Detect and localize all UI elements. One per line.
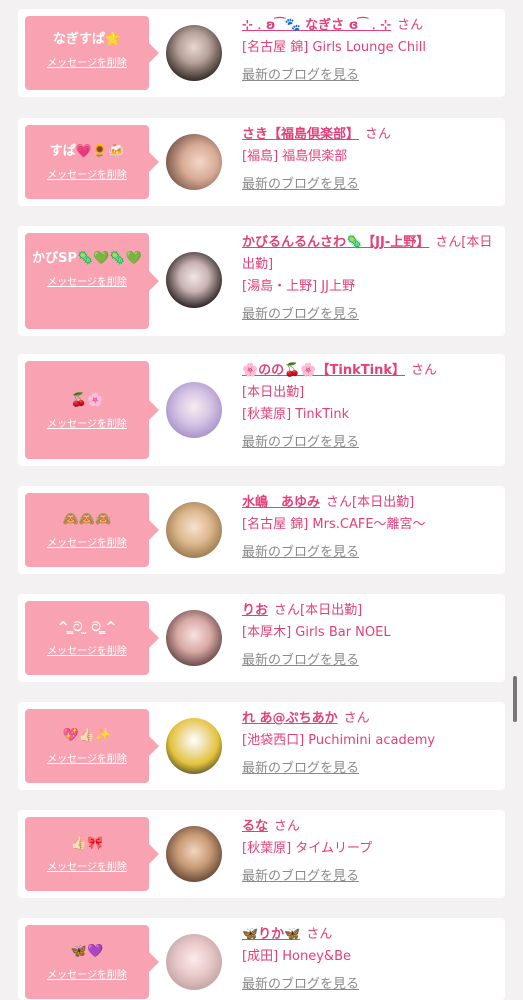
message-bubble: ^ ̳ට ̫ ට ̳^ メッセージを削除 [25,601,159,675]
list-item: なぎすぱ🌟 メッセージを削除 ⊹﹒ʚ ͡ 🐾 なぎさ ɞ ͡ ﹒⊹ さん [名古屋… [18,9,505,97]
avatar[interactable] [166,252,222,308]
shop-text: [本厚木] Girls Bar NOEL [242,625,391,640]
latest-blog-link[interactable]: 最新のブログを見る [242,977,359,992]
cast-info: 🦋りか🦋 さん [成田] Honey&Be 最新のブログを見る [242,924,495,996]
cast-name-link[interactable]: ⊹﹒ʚ ͡ 🐾 なぎさ ɞ ͡ ﹒⊹ [242,18,391,33]
list-item: かびSP🦠💚🦠💚 メッセージを削除 かびるんるんさわ🦠【JJ-上野】 さん[本日出… [18,226,505,336]
cast-name-link[interactable]: れ あ@ぷちあか [242,711,338,726]
cast-info: かびるんるんさわ🦠【JJ-上野】 さん[本日出勤] [湯島・上野] JJ上野 最新… [242,232,495,326]
list-item: 💖👍🏻✨ メッセージを削除 れ あ@ぷちあか さん [池袋西口] Puchimin… [18,702,505,790]
message-bubble: なぎすぱ🌟 メッセージを削除 [25,16,159,90]
message-bubble: 🙈🙈🙈 メッセージを削除 [25,493,159,567]
nickname: 🙈🙈🙈 [62,512,112,527]
cast-info: さき【福島倶楽部】 さん [福島] 福島倶楽部 最新のブログを見る [242,124,495,196]
cast-name-link[interactable]: りお [242,603,268,618]
avatar[interactable] [166,718,222,774]
delete-message-link[interactable]: メッセージを削除 [25,642,149,657]
latest-blog-link[interactable]: 最新のブログを見る [242,177,359,192]
shop-text: [秋葉原] TinkTink [242,407,350,422]
delete-message-link[interactable]: メッセージを削除 [25,966,149,981]
cast-info: るな さん [秋葉原] タイムリープ 最新のブログを見る [242,816,495,888]
shop-text: [名古屋 錦] Mrs.CAFE〜離宮〜 [242,517,426,532]
cast-info: りお さん[本日出勤] [本厚木] Girls Bar NOEL 最新のブログを見… [242,600,495,672]
nickname: かびSP🦠💚🦠💚 [32,251,142,266]
cast-info: 水嶋 あゆみ さん[本日出勤] [名古屋 錦] Mrs.CAFE〜離宮〜 最新のブ… [242,492,495,564]
avatar[interactable] [166,934,222,990]
nickname: ^ ̳ට ̫ ට ̳^ [57,620,117,635]
honorific: さん [306,927,333,942]
delete-message-link[interactable]: メッセージを削除 [25,750,149,765]
nickname: 💖👍🏻✨ [62,728,112,743]
honorific: さん [435,235,462,250]
honorific: さん [274,603,301,618]
shop-text: [名古屋 錦] Girls Lounge Chill [242,40,426,55]
latest-blog-link[interactable]: 最新のブログを見る [242,869,359,884]
shop-text: [池袋西口] Puchimini academy [242,733,436,748]
status-text: [本日出勤] [300,603,363,618]
delete-message-link[interactable]: メッセージを削除 [25,534,149,549]
honorific: さん [397,18,424,33]
cast-name-link[interactable]: かびるんるんさわ🦠【JJ-上野】 [242,235,429,250]
delete-message-link[interactable]: メッセージを削除 [25,858,149,873]
list-item: 🍒🌸 メッセージを削除 🌸のの🍒🌸【TinkTink】 さん [本日出勤] [秋葉… [18,354,505,466]
avatar[interactable] [166,25,222,81]
list-item: 🙈🙈🙈 メッセージを削除 水嶋 あゆみ さん[本日出勤] [名古屋 錦] Mrs.… [18,486,505,574]
cast-name-link[interactable]: 🌸のの🍒🌸【TinkTink】 [242,363,405,378]
list-item: 👍🏻🎀 メッセージを削除 るな さん [秋葉原] タイムリープ 最新のブログを見る [18,810,505,898]
message-bubble: 🍒🌸 メッセージを削除 [25,361,159,459]
cast-info: れ あ@ぷちあか さん [池袋西口] Puchimini academy 最新のブ… [242,708,495,780]
message-bubble: 👍🏻🎀 メッセージを削除 [25,817,159,891]
delete-message-link[interactable]: メッセージを削除 [25,54,149,69]
nickname: すぱ💗🌻🍻 [49,144,125,159]
scrollbar[interactable] [513,676,517,722]
cast-name-link[interactable]: るな [242,819,268,834]
delete-message-link[interactable]: メッセージを削除 [25,273,149,288]
latest-blog-link[interactable]: 最新のブログを見る [242,653,359,668]
honorific: さん [365,127,392,142]
honorific: さん [326,495,353,510]
list-item: すぱ💗🌻🍻 メッセージを削除 さき【福島倶楽部】 さん [福島] 福島倶楽部 最新… [18,118,505,206]
latest-blog-link[interactable]: 最新のブログを見る [242,435,359,450]
delete-message-link[interactable]: メッセージを削除 [25,415,149,430]
nickname: 👍🏻🎀 [70,836,104,851]
latest-blog-link[interactable]: 最新のブログを見る [242,307,359,322]
latest-blog-link[interactable]: 最新のブログを見る [242,545,359,560]
avatar[interactable] [166,502,222,558]
status-text: [本日出勤] [352,495,415,510]
avatar[interactable] [166,134,222,190]
cast-info: ⊹﹒ʚ ͡ 🐾 なぎさ ɞ ͡ ﹒⊹ さん [名古屋 錦] Girls Loung… [242,15,495,87]
honorific: さん [343,711,370,726]
cast-name-link[interactable]: さき【福島倶楽部】 [242,127,359,142]
shop-text: [湯島・上野] JJ上野 [242,279,355,294]
nickname: なぎすぱ🌟 [52,32,122,47]
avatar[interactable] [166,826,222,882]
list-item: 🦋💜 メッセージを削除 🦋りか🦋 さん [成田] Honey&Be 最新のブログを… [18,918,505,1000]
honorific: さん [274,819,301,834]
status-text: [本日出勤] [242,385,305,400]
honorific: さん [411,363,438,378]
shop-text: [成田] Honey&Be [242,949,351,964]
latest-blog-link[interactable]: 最新のブログを見る [242,68,359,83]
cast-name-link[interactable]: 🦋りか🦋 [242,927,300,942]
nickname: 🦋💜 [70,944,104,959]
message-bubble: すぱ💗🌻🍻 メッセージを削除 [25,125,159,199]
shop-text: [福島] 福島倶楽部 [242,149,348,164]
nickname: 🍒🌸 [70,393,104,408]
cast-info: 🌸のの🍒🌸【TinkTink】 さん [本日出勤] [秋葉原] TinkTink … [242,360,495,454]
message-bubble: かびSP🦠💚🦠💚 メッセージを削除 [25,233,159,329]
avatar[interactable] [166,382,222,438]
cast-name-link[interactable]: 水嶋 あゆみ [242,495,320,510]
delete-message-link[interactable]: メッセージを削除 [25,166,149,181]
shop-text: [秋葉原] タイムリープ [242,841,373,856]
list-item: ^ ̳ට ̫ ට ̳^ メッセージを削除 りお さん[本日出勤] [本厚木] Gi… [18,594,505,682]
latest-blog-link[interactable]: 最新のブログを見る [242,761,359,776]
avatar[interactable] [166,610,222,666]
message-bubble: 💖👍🏻✨ メッセージを削除 [25,709,159,783]
message-bubble: 🦋💜 メッセージを削除 [25,925,159,999]
